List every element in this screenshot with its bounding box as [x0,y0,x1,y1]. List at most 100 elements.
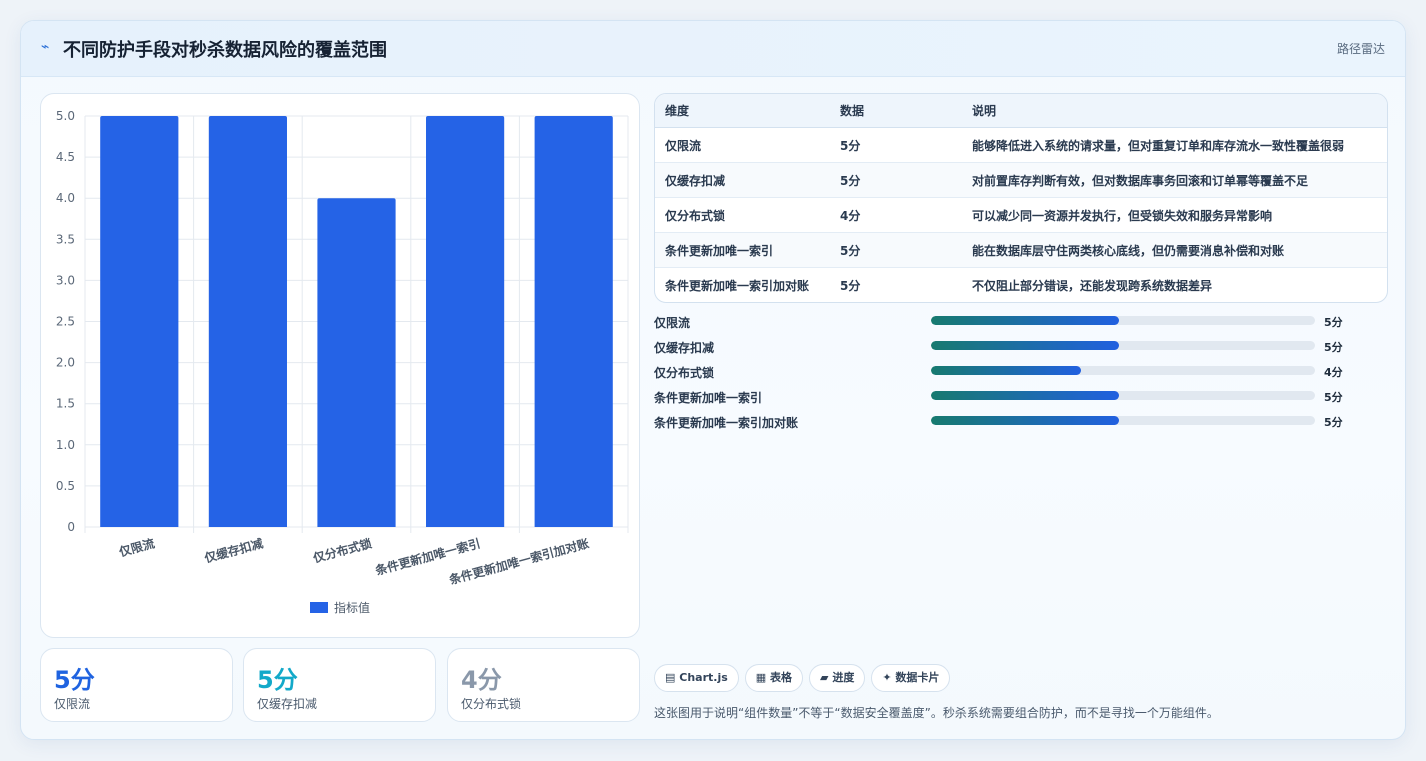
column-header: 数据 [830,94,962,128]
table-cell: 条件更新加唯一索引加对账 [665,278,810,293]
progress-label: 条件更新加唯一索引 [654,391,763,405]
progress-track [931,316,1315,325]
bar [534,116,613,527]
data-table: 维度 数据 说明 仅限流 5分 能够降低进入系统的请求量，但对重复订单和库存流水… [654,93,1388,303]
column-header: 说明 [962,94,1387,128]
x-tick-label: 仅限流 [116,535,156,559]
bar [317,198,396,527]
header-tag: 路径雷达 [1336,42,1385,56]
table-cell: 可以减少同一资源并发执行，但受锁失效和服务异常影响 [962,197,1387,233]
table-cell: 仅缓存扣减 [655,162,830,198]
table-cell: 5分 [830,127,962,163]
table-cell: 不仅阻止部分错误，还能发现跨系统数据差异 [972,278,1213,293]
table-cell: 能在数据库层守住两类核心底线，但仍需要消息补偿和对账 [962,232,1387,268]
kpi-card-2: 5分 仅缓存扣减 [243,648,436,722]
column-header: 维度 [655,94,830,128]
progress-fill [931,416,1120,425]
table-cell: 5分 [830,162,962,198]
bar [208,116,287,527]
kpi-label: 仅分布式锁 [461,697,522,711]
y-tick-label: 4.5 [56,150,75,164]
table-cell: 仅限流 [655,127,830,163]
progress-value: 4分 [1324,366,1343,379]
y-tick-label: 2.0 [56,356,75,370]
chip-label: 表格 [770,671,793,684]
table-row: 条件更新加唯一索引 5分 能在数据库层守住两类核心底线，但仍需要消息补偿和对账 [655,232,1387,268]
table-header-row: 维度 数据 说明 [655,94,1387,128]
progress-track [931,341,1315,350]
y-tick-label: 0.5 [56,479,75,493]
progress-fill [931,316,1120,325]
table-row: 仅缓存扣减 5分 对前置库存判断有效，但对数据库事务回滚和订单幂等覆盖不足 [655,162,1387,198]
bar [100,116,179,527]
table-cell: 5分 [840,278,861,293]
table-row: 仅限流 5分 能够降低进入系统的请求量，但对重复订单和库存流水一致性覆盖很弱 [655,127,1387,163]
chip-data-card[interactable]: ✦ 数据卡片 [871,664,951,692]
bar-chart-panel: 5.0 4.5 4.0 3.5 3.0 2.5 2.0 1.5 1.0 0.5 0 仅限流 仅缓存扣减 仅… [40,93,640,638]
tag-chips: ▤ Chart.js ▦ 表格 ▰ 进度 ✦ 数据卡片 [654,664,956,692]
bar [426,116,505,527]
y-tick-label: 3.5 [56,232,75,246]
progress-list: 仅限流 5分 仅缓存扣减 5分 仅分布式锁 4分 条件更新加唯一索引 5分 条件… [654,313,1386,438]
chart-icon: ▤ [665,671,676,684]
kpi-value: 4分 [461,666,502,694]
y-tick-label: 0 [67,520,75,534]
progress-track [931,391,1315,400]
table-cell: 对前置库存判断有效，但对数据库事务回滚和订单幂等覆盖不足 [962,162,1387,198]
progress-row: 仅分布式锁 4分 [654,363,1386,388]
kpi-value: 5分 [54,666,95,694]
kpi-card-1: 5分 仅限流 [40,648,233,722]
y-tick-label: 3.0 [56,273,75,287]
table-cell: 4分 [830,197,962,233]
main-card: ⌁ 不同防护手段对秒杀数据风险的覆盖范围 路径雷达 5.0 4.5 4.0 3.5 3.… [20,20,1406,740]
table-row: 条件更新加唯一索引加对账 5分 不仅阻止部分错误，还能发现跨系统数据差异 [655,268,1387,303]
bar-chart: 5.0 4.5 4.0 3.5 3.0 2.5 2.0 1.5 1.0 0.5 0 仅限流 仅缓存扣减 仅… [56,109,629,615]
table-row: 仅分布式锁 4分 可以减少同一资源并发执行，但受锁失效和服务异常影响 [655,197,1387,233]
table-cell: 能够降低进入系统的请求量，但对重复订单和库存流水一致性覆盖很弱 [962,127,1387,163]
chip-label: Chart.js [679,671,728,684]
progress-row: 仅限流 5分 [654,313,1386,338]
progress-value: 5分 [1324,316,1343,329]
y-tick-label: 1.0 [56,438,75,452]
legend-label: 指标值 [334,600,370,615]
legend-swatch [310,602,328,613]
y-tick-label: 2.5 [56,315,75,329]
sparkle-icon: ✦ [882,671,892,684]
progress-track [931,366,1315,375]
footnote: 这张图用于说明“组件数量”不等于“数据安全覆盖度”。秒杀系统需要组合防护，而不是… [654,706,1219,720]
y-tick-label: 5.0 [56,109,75,123]
page-title: 不同防护手段对秒杀数据风险的覆盖范围 [63,40,387,61]
x-tick-label: 仅分布式锁 [310,535,373,565]
chip-label: 进度 [832,671,855,684]
progress-row: 条件更新加唯一索引加对账 5分 [654,413,1386,438]
table-icon: ▦ [755,671,767,684]
kpi-value: 5分 [257,666,298,694]
progress-icon: ▰ [820,671,829,684]
table-cell: 仅分布式锁 [655,197,830,233]
progress-label: 条件更新加唯一索引加对账 [654,416,799,430]
kpi-card-3: 4分 仅分布式锁 [447,648,640,722]
pulse-icon: ⌁ [41,39,50,55]
progress-fill [931,341,1120,350]
progress-label: 仅限流 [654,316,691,330]
x-tick-label: 仅缓存扣减 [202,535,265,565]
kpi-label: 仅缓存扣减 [257,697,318,711]
kpi-label: 仅限流 [54,697,91,711]
chip-table[interactable]: ▦ 表格 [744,664,804,692]
progress-track [931,416,1315,425]
card-header: ⌁ 不同防护手段对秒杀数据风险的覆盖范围 路径雷达 [21,21,1405,77]
progress-value: 5分 [1324,341,1343,354]
y-tick-label: 1.5 [56,397,75,411]
progress-label: 仅分布式锁 [654,366,715,380]
progress-fill [931,366,1081,375]
progress-row: 条件更新加唯一索引 5分 [654,388,1386,413]
progress-value: 5分 [1324,391,1343,404]
progress-label: 仅缓存扣减 [654,341,715,355]
chip-label: 数据卡片 [895,671,940,684]
progress-row: 仅缓存扣减 5分 [654,338,1386,363]
table-cell: 5分 [830,232,962,268]
progress-value: 5分 [1324,416,1343,429]
chip-progress[interactable]: ▰ 进度 [809,664,866,692]
table-cell: 条件更新加唯一索引 [655,232,830,268]
chip-chartjs[interactable]: ▤ Chart.js [654,664,739,692]
